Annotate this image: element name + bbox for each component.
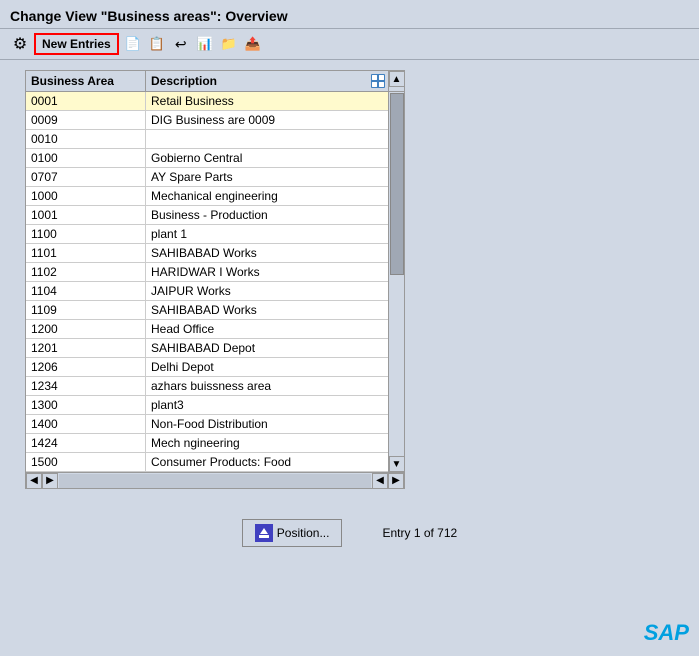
table-row[interactable]: 1102HARIDWAR I Works xyxy=(26,263,388,282)
cell-business-area: 0001 xyxy=(26,92,146,110)
table-row[interactable]: 0009DIG Business are 0009 xyxy=(26,111,388,130)
cell-business-area: 0010 xyxy=(26,130,146,148)
table-row[interactable]: 0001Retail Business xyxy=(26,92,388,111)
table-row[interactable]: 1100plant 1 xyxy=(26,225,388,244)
scroll-down-arrow[interactable]: ▼ xyxy=(389,456,405,472)
table-row[interactable]: 1109SAHIBABAD Works xyxy=(26,301,388,320)
cell-business-area: 1201 xyxy=(26,339,146,357)
position-button[interactable]: Position... xyxy=(242,519,343,547)
cell-description: Delhi Depot xyxy=(146,358,388,376)
table-row[interactable]: 1200Head Office xyxy=(26,320,388,339)
main-content: Business Area Description ▲ xyxy=(0,60,699,499)
cell-description: Gobierno Central xyxy=(146,149,388,167)
cell-business-area: 1109 xyxy=(26,301,146,319)
cell-description: plant 1 xyxy=(146,225,388,243)
cell-business-area: 1300 xyxy=(26,396,146,414)
cell-description: SAHIBABAD Works xyxy=(146,301,388,319)
table-row[interactable]: 1424Mech ngineering xyxy=(26,434,388,453)
cell-business-area: 1104 xyxy=(26,282,146,300)
cell-description: plant3 xyxy=(146,396,388,414)
cell-business-area: 1500 xyxy=(26,453,146,471)
back-icon[interactable]: 📁 xyxy=(219,34,239,54)
cell-business-area: 0100 xyxy=(26,149,146,167)
save-icon[interactable]: 📄 xyxy=(123,34,143,54)
cell-business-area: 1234 xyxy=(26,377,146,395)
main-window: Change View "Business areas": Overview ⚙… xyxy=(0,0,699,656)
cell-description: Consumer Products: Food xyxy=(146,453,388,471)
vertical-scrollbar[interactable]: ▼ xyxy=(388,92,404,472)
table-row[interactable]: 0100Gobierno Central xyxy=(26,149,388,168)
table-row[interactable]: 0707AY Spare Parts xyxy=(26,168,388,187)
scroll-left-arrow-2[interactable]: ◀ xyxy=(372,473,388,489)
cell-business-area: 1000 xyxy=(26,187,146,205)
column-settings-icon[interactable] xyxy=(368,71,388,91)
cell-description: azhars buissness area xyxy=(146,377,388,395)
table-row[interactable]: 0010 xyxy=(26,130,388,149)
cell-business-area: 1200 xyxy=(26,320,146,338)
cell-description: DIG Business are 0009 xyxy=(146,111,388,129)
sap-logo: SAP xyxy=(644,620,689,646)
table-body: 0001Retail Business0009DIG Business are … xyxy=(26,92,404,472)
export-icon[interactable]: 📤 xyxy=(243,34,263,54)
table-row[interactable]: 1001Business - Production xyxy=(26,206,388,225)
scroll-right-arrow[interactable]: ▶ xyxy=(42,473,58,489)
copy-icon[interactable]: 📋 xyxy=(147,34,167,54)
table-row[interactable]: 1234azhars buissness area xyxy=(26,377,388,396)
cell-description: Mechanical engineering xyxy=(146,187,388,205)
cell-business-area: 1206 xyxy=(26,358,146,376)
cell-business-area: 1400 xyxy=(26,415,146,433)
undo-icon[interactable]: ↩ xyxy=(171,34,191,54)
scroll-left-arrow[interactable]: ◀ xyxy=(26,473,42,489)
cell-description: HARIDWAR I Works xyxy=(146,263,388,281)
new-entries-button[interactable]: New Entries xyxy=(34,33,119,55)
cell-description: SAHIBABAD Depot xyxy=(146,339,388,357)
title-bar: Change View "Business areas": Overview xyxy=(0,0,699,29)
cell-business-area: 1100 xyxy=(26,225,146,243)
table-row[interactable]: 1201SAHIBABAD Depot xyxy=(26,339,388,358)
table-footer: ◀ ▶ ◀ ▶ xyxy=(26,472,404,488)
entry-info: Entry 1 of 712 xyxy=(382,526,457,540)
cell-business-area: 1102 xyxy=(26,263,146,281)
table-header: Business Area Description ▲ xyxy=(26,71,404,92)
cell-description: Non-Food Distribution xyxy=(146,415,388,433)
cell-description: SAHIBABAD Works xyxy=(146,244,388,262)
position-icon xyxy=(255,524,273,542)
forward-icon[interactable]: 📊 xyxy=(195,34,215,54)
scroll-up-arrow[interactable]: ▲ xyxy=(389,71,405,87)
horizontal-scroll-track[interactable] xyxy=(59,474,371,488)
new-entries-label: New Entries xyxy=(42,37,111,51)
table-row[interactable]: 1500Consumer Products: Food xyxy=(26,453,388,472)
table-row[interactable]: 1104JAIPUR Works xyxy=(26,282,388,301)
table-row[interactable]: 1400Non-Food Distribution xyxy=(26,415,388,434)
col-header-business-area: Business Area xyxy=(26,71,146,91)
cell-description: JAIPUR Works xyxy=(146,282,388,300)
cell-business-area: 0707 xyxy=(26,168,146,186)
scroll-right-arrow-2[interactable]: ▶ xyxy=(388,473,404,489)
cell-business-area: 1101 xyxy=(26,244,146,262)
cell-description: Head Office xyxy=(146,320,388,338)
cell-description: Retail Business xyxy=(146,92,388,110)
bottom-section: Position... Entry 1 of 712 xyxy=(0,499,699,567)
table-row[interactable]: 1000Mechanical engineering xyxy=(26,187,388,206)
window-title: Change View "Business areas": Overview xyxy=(10,8,288,24)
cell-description: Mech ngineering xyxy=(146,434,388,452)
cell-business-area: 0009 xyxy=(26,111,146,129)
position-button-label: Position... xyxy=(277,526,330,540)
table-rows: 0001Retail Business0009DIG Business are … xyxy=(26,92,388,472)
cell-business-area: 1424 xyxy=(26,434,146,452)
cell-description: Business - Production xyxy=(146,206,388,224)
table-row[interactable]: 1300plant3 xyxy=(26,396,388,415)
settings-icon[interactable]: ⚙ xyxy=(10,34,30,54)
col-header-description: Description xyxy=(146,71,368,91)
business-areas-table: Business Area Description ▲ xyxy=(25,70,405,489)
table-row[interactable]: 1101SAHIBABAD Works xyxy=(26,244,388,263)
table-row[interactable]: 1206Delhi Depot xyxy=(26,358,388,377)
toolbar: ⚙ New Entries 📄 📋 ↩ 📊 📁 📤 xyxy=(0,29,699,60)
cell-description xyxy=(146,130,388,148)
cell-business-area: 1001 xyxy=(26,206,146,224)
cell-description: AY Spare Parts xyxy=(146,168,388,186)
